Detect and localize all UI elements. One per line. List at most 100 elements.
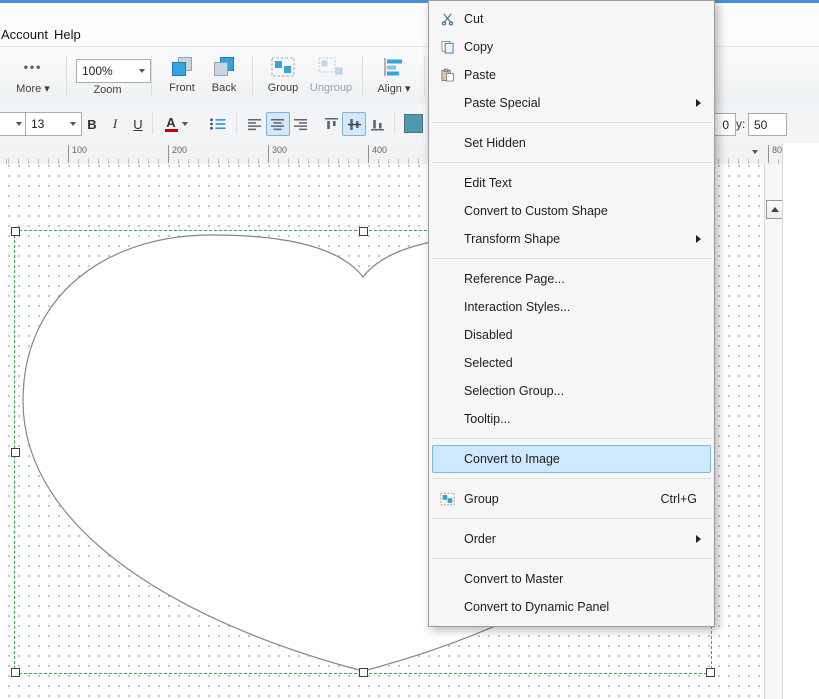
group-icon xyxy=(260,53,306,81)
fill-color-swatch[interactable] xyxy=(404,114,423,133)
menu-item-copy[interactable]: Copy xyxy=(432,33,711,61)
selection-handle-s[interactable] xyxy=(359,668,368,677)
vertical-scrollbar[interactable] xyxy=(764,164,783,699)
selection-handle-n[interactable] xyxy=(359,227,368,236)
toolbar-separator xyxy=(394,112,395,134)
ungroup-icon xyxy=(306,53,356,81)
menu-item-disabled[interactable]: Disabled xyxy=(432,321,711,349)
selection-handle-w[interactable] xyxy=(11,448,20,457)
valign-top-icon xyxy=(325,118,338,131)
menu-item-group[interactable]: Group Ctrl+G xyxy=(432,485,711,513)
submenu-arrow-icon xyxy=(696,99,701,107)
menu-item-order[interactable]: Order xyxy=(432,525,711,553)
ruler-options-icon[interactable] xyxy=(752,150,758,154)
valign-bottom-icon xyxy=(371,118,384,131)
menu-item-label: Group xyxy=(464,492,499,506)
menu-help[interactable]: Help xyxy=(54,27,81,42)
font-color-bar xyxy=(165,129,178,132)
scissors-icon xyxy=(438,13,457,26)
menu-separator xyxy=(432,478,711,479)
chevron-down-icon xyxy=(182,122,188,126)
paste-icon xyxy=(438,69,457,82)
toolbar-separator xyxy=(252,56,253,96)
zoom-combobox[interactable]: 100% xyxy=(76,59,151,83)
valign-middle-button[interactable] xyxy=(342,112,366,136)
menu-item-label: Copy xyxy=(464,40,493,54)
toolbar-separator xyxy=(66,56,67,96)
menu-item-convert-to-image[interactable]: Convert to Image xyxy=(432,445,711,473)
align-left-button[interactable] xyxy=(243,112,267,136)
send-to-back-icon xyxy=(203,53,245,81)
menu-item-label: Cut xyxy=(464,12,483,26)
scroll-up-button[interactable] xyxy=(766,200,783,219)
back-button[interactable]: Back xyxy=(203,53,245,99)
font-color-letter: A xyxy=(166,116,175,129)
menu-separator xyxy=(432,558,711,559)
menu-separator xyxy=(432,122,711,123)
menu-item-convert-to-master[interactable]: Convert to Master xyxy=(432,565,711,593)
valign-bottom-button[interactable] xyxy=(365,112,389,136)
bullet-list-button[interactable] xyxy=(204,112,230,136)
align-button-label: Align ▾ xyxy=(372,82,416,95)
front-button-label: Front xyxy=(161,82,203,94)
menu-item-paste[interactable]: Paste xyxy=(432,61,711,89)
menu-item-edit-text[interactable]: Edit Text xyxy=(432,169,711,197)
front-button[interactable]: Front xyxy=(161,53,203,99)
font-size-combobox[interactable]: 13 xyxy=(25,112,82,136)
menu-account[interactable]: Account xyxy=(1,27,48,42)
selection-handle-nw[interactable] xyxy=(11,227,20,236)
y-coordinate-input[interactable]: 50 xyxy=(748,113,787,136)
more-button-label: More ▾ xyxy=(8,82,58,95)
bring-to-front-icon xyxy=(161,53,203,81)
ungroup-button[interactable]: Ungroup xyxy=(306,53,356,99)
menu-item-cut[interactable]: Cut xyxy=(432,5,711,33)
chevron-down-icon xyxy=(70,122,76,126)
group-button-label: Group xyxy=(260,82,306,94)
menu-item-tooltip[interactable]: Tooltip... xyxy=(432,405,711,433)
font-combobox[interactable] xyxy=(0,112,28,136)
back-button-label: Back xyxy=(203,82,245,94)
more-button[interactable]: ••• More ▾ xyxy=(8,53,58,99)
menu-item-label: Reference Page... xyxy=(464,272,565,286)
align-right-icon xyxy=(294,118,308,131)
menu-item-selection-group[interactable]: Selection Group... xyxy=(432,377,711,405)
align-icon xyxy=(372,53,416,81)
ungroup-button-label: Ungroup xyxy=(306,82,356,94)
font-color-button[interactable]: A xyxy=(158,112,194,136)
menu-item-paste-special[interactable]: Paste Special xyxy=(432,89,711,117)
menu-item-convert-to-dynamic-panel[interactable]: Convert to Dynamic Panel xyxy=(432,593,711,621)
align-right-button[interactable] xyxy=(289,112,313,136)
align-center-button[interactable] xyxy=(266,112,290,136)
align-button[interactable]: Align ▾ xyxy=(372,53,416,99)
italic-button[interactable]: I xyxy=(103,112,127,136)
arrow-up-icon xyxy=(771,207,779,212)
y-coordinate-label: y: xyxy=(736,117,745,131)
chevron-down-icon xyxy=(139,69,145,73)
menu-item-transform-shape[interactable]: Transform Shape xyxy=(432,225,711,253)
menu-separator xyxy=(432,258,711,259)
zoom-label: Zoom xyxy=(76,84,139,96)
right-panel-edge xyxy=(782,143,819,699)
group-button[interactable]: Group xyxy=(260,53,306,99)
copy-icon xyxy=(438,41,457,54)
toolbar-separator xyxy=(151,56,152,96)
selection-handle-sw[interactable] xyxy=(11,668,20,677)
menu-item-label: Set Hidden xyxy=(464,136,526,150)
menu-separator xyxy=(432,518,711,519)
selection-handle-se[interactable] xyxy=(706,668,715,677)
ruler-label: 200 xyxy=(168,145,187,162)
ruler-label: 400 xyxy=(368,145,387,162)
menu-item-label: Disabled xyxy=(464,328,513,342)
bold-button[interactable]: B xyxy=(80,112,104,136)
menu-item-interaction-styles[interactable]: Interaction Styles... xyxy=(432,293,711,321)
menu-item-set-hidden[interactable]: Set Hidden xyxy=(432,129,711,157)
menu-item-selected[interactable]: Selected xyxy=(432,349,711,377)
underline-button[interactable]: U xyxy=(126,112,150,136)
menu-item-reference-page[interactable]: Reference Page... xyxy=(432,265,711,293)
menu-item-convert-to-custom-shape[interactable]: Convert to Custom Shape xyxy=(432,197,711,225)
ruler-label: 800 xyxy=(768,145,782,162)
bullet-list-icon xyxy=(209,117,226,131)
valign-top-button[interactable] xyxy=(319,112,343,136)
toolbar-separator xyxy=(236,112,237,134)
toolbar-separator xyxy=(424,56,425,96)
